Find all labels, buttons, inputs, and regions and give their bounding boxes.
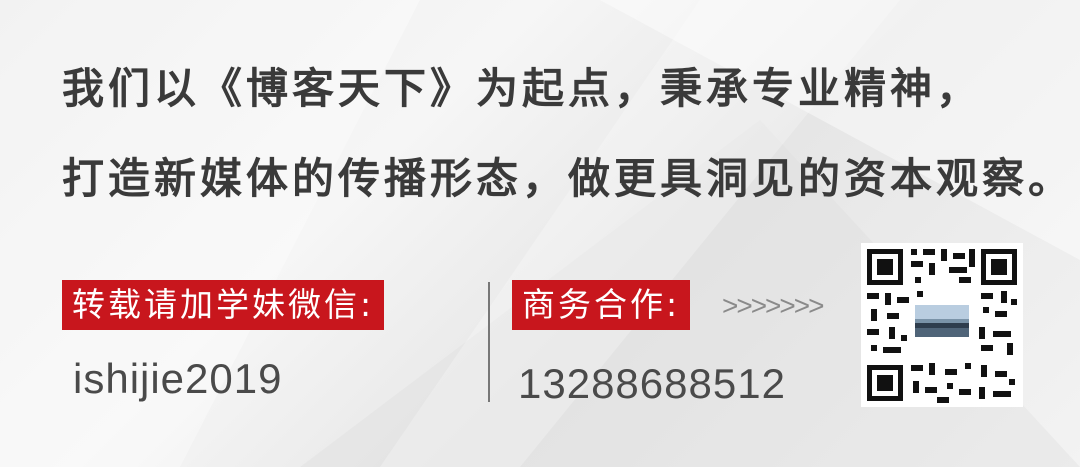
wechat-id: ishijie2019 [73, 355, 283, 402]
arrows-decoration: >>>>>>> [722, 290, 824, 321]
qr-code-image [861, 243, 1023, 407]
repost-label: 转载请加学妹微信: [62, 280, 385, 330]
headline-line-1: 我们以《博客天下》为起点，秉承专业精神， [62, 64, 983, 113]
qr-code-icon [861, 243, 1023, 407]
divider [488, 282, 490, 402]
promo-banner: 我们以《博客天下》为起点，秉承专业精神， 打造新媒体的传播形态，做更具洞见的资本… [0, 0, 1080, 467]
headline-line-2: 打造新媒体的传播形态，做更具洞见的资本观察。 [62, 154, 1075, 203]
business-phone: 13288688512 [518, 360, 786, 407]
business-label: 商务合作: [512, 280, 691, 330]
